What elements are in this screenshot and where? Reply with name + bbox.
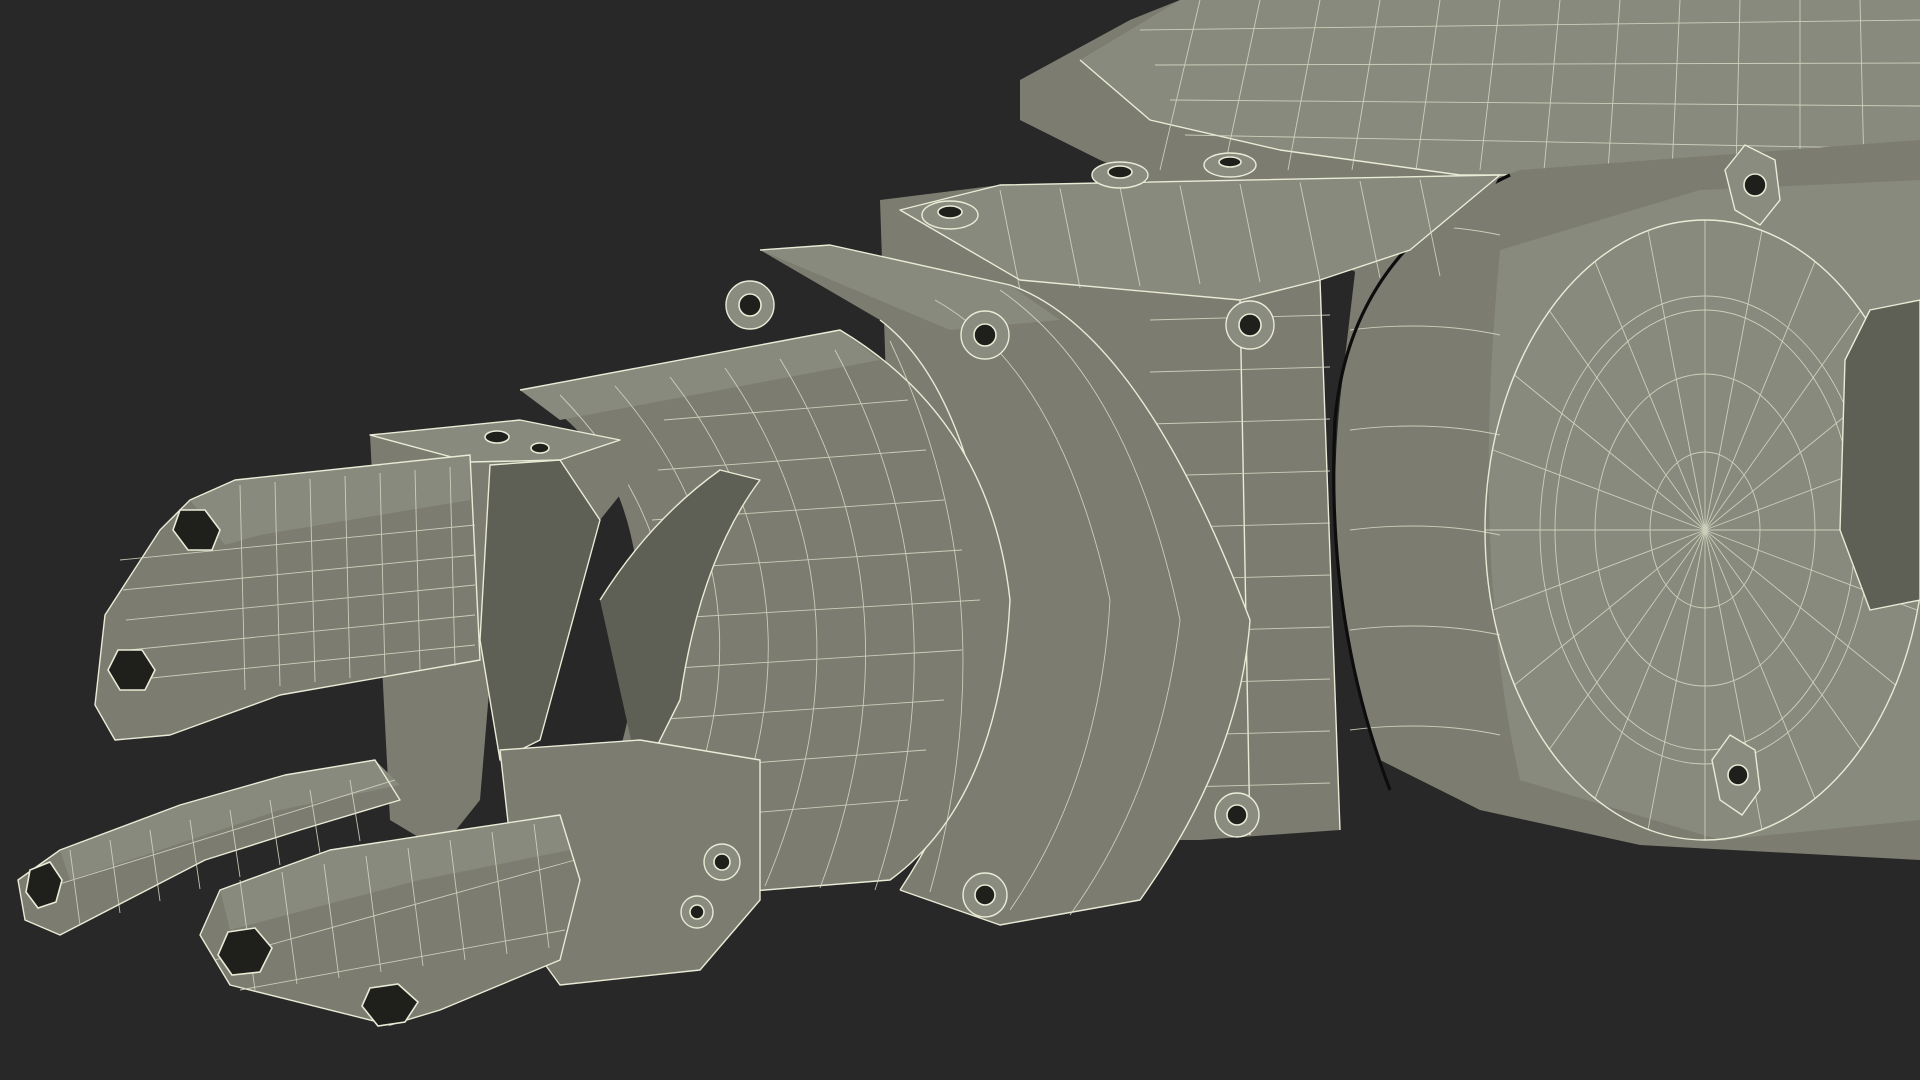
render-viewport <box>0 0 1920 1080</box>
top-screw <box>921 200 979 230</box>
top-screw <box>1203 152 1257 178</box>
flange-bolt <box>962 872 1008 918</box>
top-screw <box>1091 161 1149 189</box>
gripper-finger-lower <box>199 814 581 1027</box>
block-bolt <box>1214 792 1260 838</box>
robot-gripper-wireframe-render <box>17 0 1920 1027</box>
block-bolt <box>1225 300 1275 350</box>
wrist-joint-housing <box>1332 140 1920 860</box>
base-bolt <box>703 843 741 881</box>
flange-bolt <box>725 280 775 330</box>
base-bolt <box>680 895 714 929</box>
flange-bolt <box>960 310 1010 360</box>
